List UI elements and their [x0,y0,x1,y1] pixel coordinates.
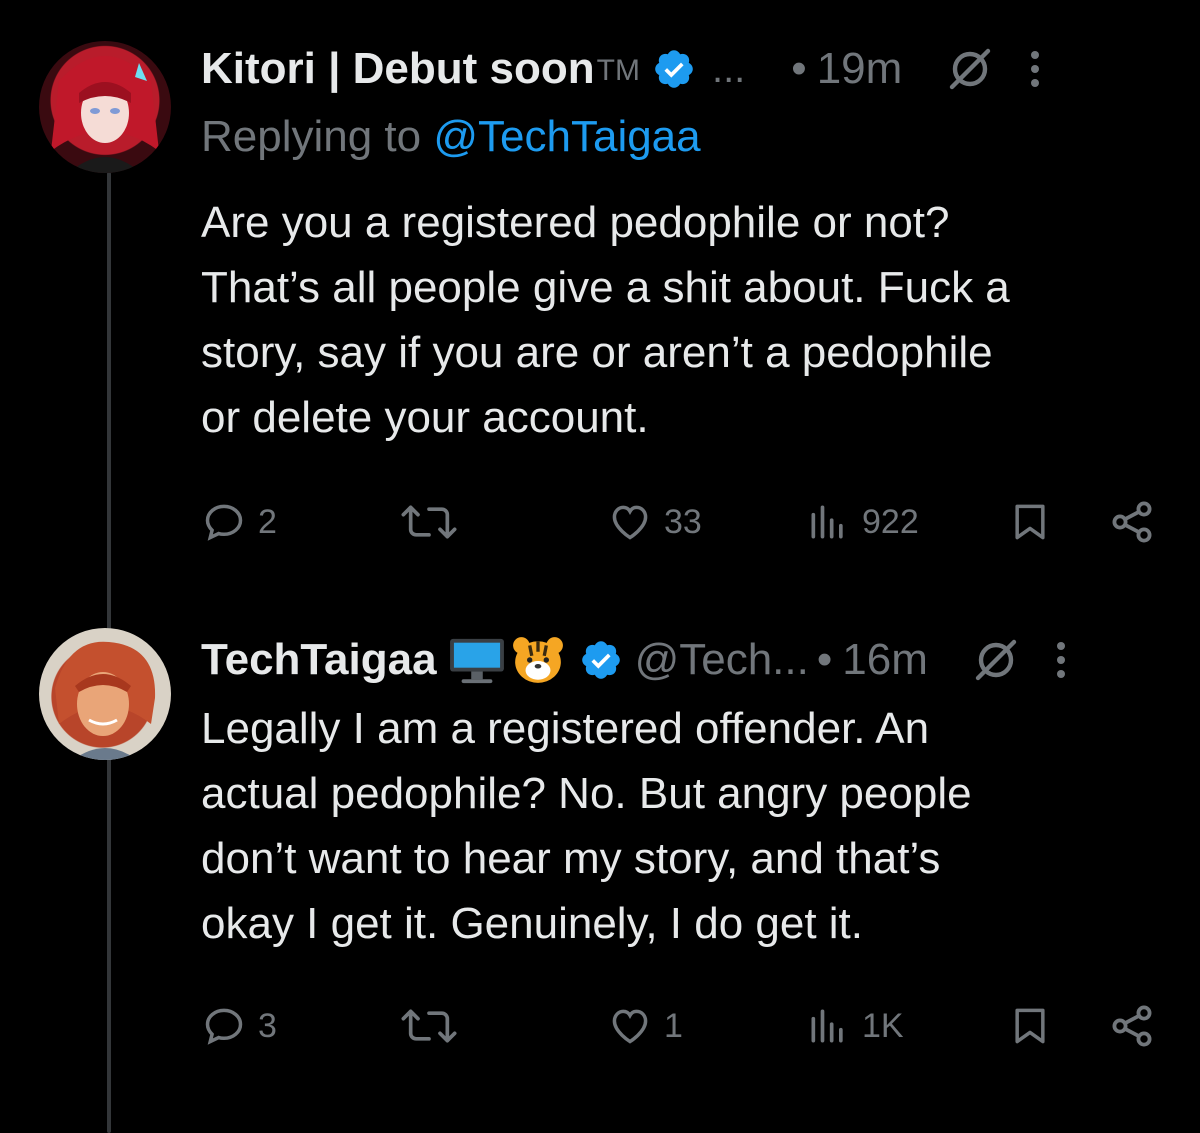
reply-count: 2 [258,502,277,541]
tweet-header: TechTaigaa @Tech... • 16m [201,630,1160,690]
views-icon [811,505,843,539]
bookmark-button[interactable] [1008,492,1052,552]
repost-icon [401,505,457,539]
separator-dot: • [816,635,833,684]
grok-icon[interactable] [972,636,1020,684]
tweet-text: Legally I am a registered offender. An a… [201,696,1161,956]
verified-badge-icon [655,50,693,88]
replying-to-mention[interactable]: @TechTaigaa [433,112,700,161]
avatar[interactable] [39,41,171,173]
views-button[interactable]: 1K [806,996,904,1056]
display-name[interactable]: TechTaigaa [201,630,437,690]
avatar[interactable] [39,628,171,760]
more-icon[interactable] [1026,45,1044,93]
like-icon [612,1009,648,1044]
reply-button[interactable]: 2 [202,492,277,552]
timestamp[interactable]: 16m [842,630,928,690]
tweet-text: Are you a registered pedophile or not? T… [201,190,1161,450]
truncated-handle: ... [711,47,746,91]
view-count: 1K [862,1006,904,1045]
like-button[interactable]: 33 [608,492,702,552]
tweet-text-line: That’s all people give a shit about. Fuc… [201,263,1010,312]
reply-button[interactable]: 3 [202,996,277,1056]
repost-icon [401,1009,457,1043]
display-name-suffix: TM [596,54,640,87]
handle[interactable]: @Tech... [635,630,809,690]
separator-dot: • [791,44,807,93]
tweet-text-line: Legally I am a registered offender. An [201,704,930,753]
grok-icon[interactable] [946,45,994,93]
repost-button[interactable] [396,996,462,1056]
avatar-techtaigaa-image [55,641,156,760]
action-bar: 2 33 922 [0,492,1200,552]
share-icon [1112,501,1152,543]
verified-badge-icon [581,641,620,679]
action-bar: 3 1 1K [0,996,1200,1056]
views-button[interactable]: 922 [806,492,919,552]
tiger-face-emoji [512,637,563,683]
repost-button[interactable] [396,492,462,552]
tweet-text-line: okay I get it. Genuinely, I do get it. [201,899,863,948]
share-button[interactable] [1108,492,1156,552]
bookmark-icon [1015,1008,1045,1044]
reply-count: 3 [258,1006,277,1045]
more-icon[interactable] [1052,636,1070,684]
reply-icon [205,504,243,541]
tweet-text-line: story, say if you are or aren’t a pedoph… [201,328,993,377]
view-count: 922 [862,502,919,541]
like-button[interactable]: 1 [608,996,683,1056]
share-button[interactable] [1108,996,1156,1056]
display-name[interactable]: Kitori | Debut soon [201,39,595,99]
computer-monitor-emoji [449,638,504,684]
avatar-kitori-image [51,56,159,173]
tweet-header: Kitori | Debut soon TM ... • 19m [201,39,1160,99]
tweet-text-line: don’t want to hear my story, and that’s [201,834,941,883]
bookmark-button[interactable] [1008,996,1052,1056]
tweet-techtaigaa[interactable]: TechTaigaa @Tech... • 16m Legally I am a… [0,600,1200,1133]
replying-to: Replying to @TechTaigaa [201,108,701,166]
tweet-text-line: actual pedophile? No. But angry people [201,769,972,818]
like-count: 33 [664,502,702,541]
like-count: 1 [664,1006,683,1045]
tweet-kitori[interactable]: Kitori | Debut soon TM ... • 19m Replyin… [0,0,1200,600]
bookmark-icon [1015,504,1045,540]
tweet-text-line: or delete your account. [201,393,649,442]
like-icon [612,505,648,540]
views-icon [811,1009,843,1043]
tweet-text-line: Are you a registered pedophile or not? [201,198,950,247]
timestamp[interactable]: 19m [817,39,903,99]
reply-icon [205,1008,243,1045]
replying-prefix: Replying to [201,112,434,161]
share-icon [1112,1005,1152,1047]
